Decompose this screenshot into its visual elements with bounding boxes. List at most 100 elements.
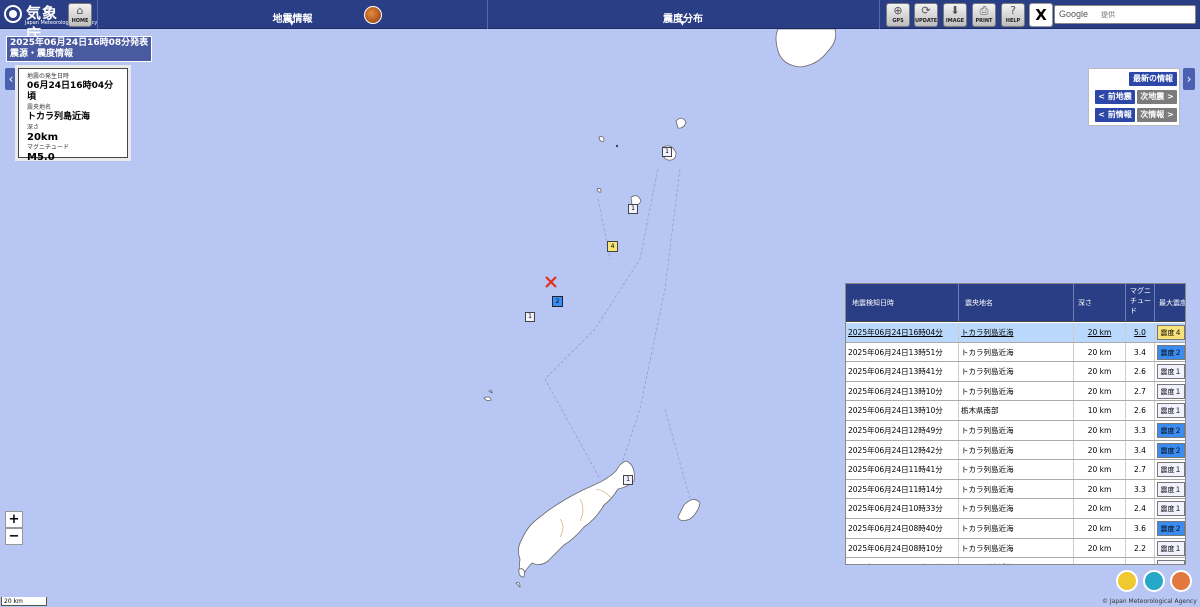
intensity-marker[interactable]: 4: [607, 241, 618, 252]
prev-info-button[interactable]: < 前情報: [1095, 108, 1135, 122]
update-label: UPDATE: [915, 18, 938, 24]
row-max-intensity: 震度２: [1155, 343, 1185, 362]
table-row[interactable]: 2025年06月24日11時14分 トカラ列島近海 20 km 3.3 震度１: [846, 479, 1185, 500]
table-row[interactable]: 2025年06月24日16時04分 トカラ列島近海 20 km 5.0 震度４: [846, 323, 1185, 343]
place-value: トカラ列島近海: [27, 112, 91, 122]
table-row[interactable]: 2025年06月24日11時41分 トカラ列島近海 20 km 2.7 震度１: [846, 460, 1185, 480]
row-magnitude: 5.0: [1126, 323, 1155, 342]
search-brand: Google: [1059, 9, 1089, 19]
table-row[interactable]: 2025年06月24日08時08分トカラ列島近海20 km3.1震度１: [846, 558, 1185, 564]
jma-logo[interactable]: 気象庁 Japan Meteorological Agency: [4, 2, 97, 43]
help-icon: ?: [1010, 4, 1016, 17]
row-max-intensity: 震度１: [1155, 401, 1185, 420]
print-icon: ⎙: [979, 4, 989, 17]
table-row[interactable]: 2025年06月24日10時33分 トカラ列島近海 20 km 2.4 震度１: [846, 499, 1185, 519]
intensity-badge: 震度１: [1157, 481, 1185, 497]
intensity-badge: 震度２: [1157, 423, 1185, 438]
island-small: [598, 136, 605, 142]
intensity-marker[interactable]: 1: [623, 475, 633, 485]
gps-icon: ⊕: [893, 4, 903, 17]
row-place: トカラ列島近海: [959, 323, 1074, 342]
more-icon[interactable]: [1143, 570, 1165, 592]
island-small: [675, 117, 687, 129]
quake-history-table[interactable]: 地震検知日時 震央地名 深さ マグニチュード 最大震度 2025年06月24日1…: [845, 283, 1186, 565]
next-quake-button[interactable]: 次地震 >: [1137, 90, 1177, 104]
header-place: 震央地名: [959, 284, 1074, 321]
table-row[interactable]: 2025年06月24日13時51分 トカラ列島近海 20 km 3.4 震度２: [846, 342, 1185, 363]
print-label: PRINT: [975, 18, 993, 24]
header-bar: 気象庁 Japan Meteorological Agency ⌂ HOME 地…: [0, 0, 1200, 43]
next-info-button[interactable]: 次情報 >: [1137, 108, 1177, 122]
row-date: 2025年06月24日13時41分: [846, 362, 959, 381]
row-date: 2025年06月24日08時08分: [846, 558, 959, 564]
row-date: 2025年06月24日13時51分: [846, 342, 959, 362]
intensity-marker[interactable]: 1: [628, 204, 638, 214]
update-icon: ⟳: [921, 4, 931, 17]
row-depth: 20 km: [1074, 421, 1126, 440]
intensity-badge: 震度１: [1157, 403, 1185, 419]
legend-icon[interactable]: [1116, 570, 1138, 592]
table-row[interactable]: 2025年06月24日12時42分 トカラ列島近海 20 km 3.4 震度２: [846, 440, 1185, 461]
menu-intensity-dist[interactable]: 震度分布 ▼: [488, 0, 878, 29]
row-place: トカラ列島近海: [959, 440, 1074, 460]
row-place: トカラ列島近海: [959, 342, 1074, 362]
issue-label: 2025年06月24日16時08分発表 震源・震度情報: [6, 36, 153, 62]
print-button[interactable]: ⎙ PRINT: [972, 3, 996, 27]
row-place: トカラ列島近海: [959, 538, 1074, 558]
header-divider: [879, 0, 880, 29]
intensity-badge: 震度１: [1157, 540, 1185, 556]
table-row[interactable]: 2025年06月24日08時40分 トカラ列島近海 20 km 3.6 震度２: [846, 519, 1185, 539]
navigation-panel: 最新の情報 < 前地震 次地震 > < 前情報 次情報 >: [1088, 68, 1180, 126]
x-share-button[interactable]: X: [1029, 3, 1053, 27]
table-row[interactable]: 2025年06月24日12時49分 トカラ列島近海 20 km 3.3 震度２: [846, 421, 1185, 441]
map-credit: © Japan Meteorological Agency: [1102, 598, 1197, 605]
row-depth: 20 km: [1074, 440, 1126, 460]
zoom-in-button[interactable]: +: [5, 511, 23, 528]
row-place: 栃木県南部: [959, 401, 1074, 420]
row-date: 2025年06月24日08時10分: [846, 538, 959, 558]
row-date: 2025年06月24日13時10分: [846, 381, 959, 401]
place-label: 震央地名: [27, 104, 52, 111]
row-date: 2025年06月24日12時49分: [846, 421, 959, 440]
intensity-badge: 震度１: [1157, 383, 1185, 399]
image-button[interactable]: ⬇ IMAGE: [943, 3, 967, 27]
home-button[interactable]: ⌂ HOME: [68, 3, 92, 27]
book-icon[interactable]: [1170, 570, 1192, 592]
zoom-out-button[interactable]: −: [5, 528, 23, 545]
prev-quake-button[interactable]: < 前地震: [1095, 90, 1135, 104]
row-depth: 20 km: [1074, 381, 1126, 401]
row-magnitude: 3.3: [1126, 421, 1155, 440]
collapse-right-arrow-icon[interactable]: ›: [1183, 68, 1195, 90]
intensity-badge: 震度２: [1157, 442, 1185, 458]
menu-quake-info[interactable]: 地震情報 ▼: [98, 0, 487, 29]
table-row[interactable]: 2025年06月24日13時10分 栃木県南部 10 km 2.6 震度１: [846, 401, 1185, 421]
intensity-marker[interactable]: 1: [525, 312, 535, 322]
intensity-marker[interactable]: 1: [662, 147, 672, 157]
row-magnitude: 2.7: [1126, 460, 1155, 479]
latest-info-button[interactable]: 最新の情報: [1129, 72, 1177, 86]
gps-button[interactable]: ⊕ GPS: [886, 3, 910, 27]
row-max-intensity: 震度１: [1155, 499, 1185, 518]
row-date: 2025年06月24日10時33分: [846, 499, 959, 518]
chevron-down-icon: ▼: [289, 20, 295, 27]
row-place: トカラ列島近海: [959, 558, 1074, 564]
table-row[interactable]: 2025年06月24日08時10分 トカラ列島近海 20 km 2.2 震度１: [846, 538, 1185, 559]
row-place: トカラ列島近海: [959, 381, 1074, 401]
search-input[interactable]: Google 提供: [1054, 5, 1196, 24]
island-north: [775, 28, 837, 68]
intensity-badge: 震度１: [1157, 501, 1185, 517]
row-max-intensity: 震度１: [1155, 362, 1185, 381]
collapse-left-arrow-icon[interactable]: ‹: [5, 68, 17, 90]
intensity-marker[interactable]: 2: [552, 296, 563, 307]
help-button[interactable]: ? HELP: [1001, 3, 1025, 27]
row-depth: 20 km: [1074, 499, 1126, 518]
gps-label: GPS: [892, 18, 904, 24]
island-small: [518, 568, 525, 578]
row-depth: 20 km: [1074, 460, 1126, 479]
update-button[interactable]: ⟳ UPDATE: [914, 3, 938, 27]
table-row[interactable]: 2025年06月24日13時10分 トカラ列島近海 20 km 2.7 震度１: [846, 381, 1185, 402]
intensity-badge: 震度２: [1157, 521, 1185, 536]
row-magnitude: 2.4: [1126, 499, 1155, 518]
chevron-down-icon: ▼: [680, 20, 685, 27]
table-row[interactable]: 2025年06月24日13時41分 トカラ列島近海 20 km 2.6 震度１: [846, 362, 1185, 382]
